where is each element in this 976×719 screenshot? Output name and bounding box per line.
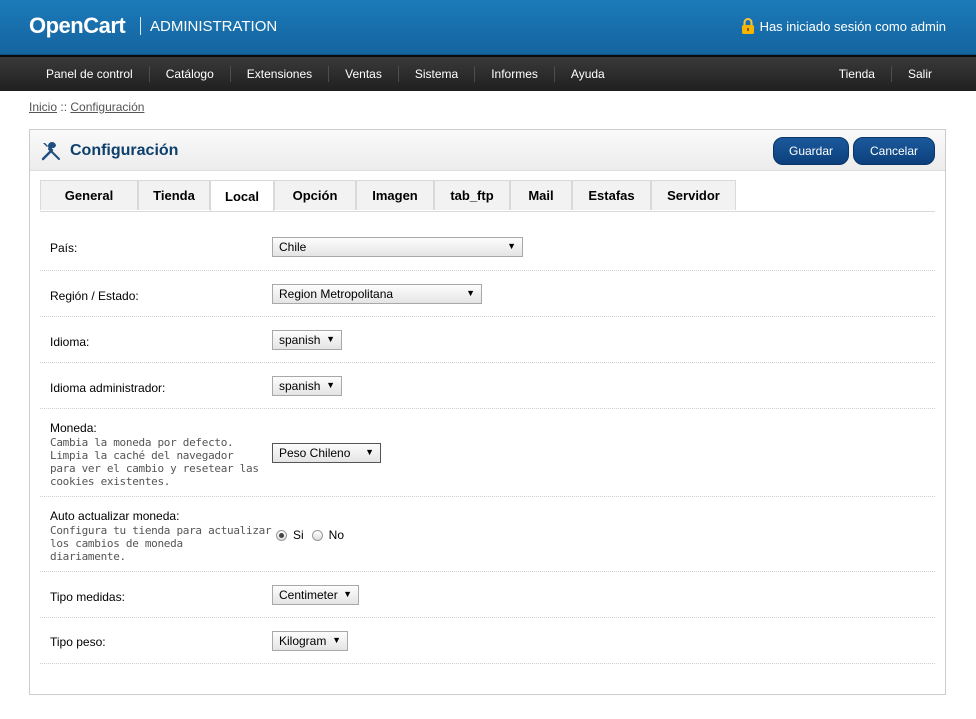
country-value: Chile [279, 240, 307, 254]
dropdown-arrow-icon: ▼ [343, 589, 352, 599]
menu-item-store[interactable]: Tienda [823, 66, 892, 82]
main-menu: Panel de control Catálogo Extensiones Ve… [0, 55, 976, 91]
auto-currency-yes-radio[interactable] [276, 529, 287, 541]
dropdown-arrow-icon: ▼ [507, 241, 516, 251]
admin-language-select[interactable]: spanish ▼ [272, 376, 342, 396]
settings-panel: Configuración Guardar Cancelar General T… [29, 129, 946, 695]
auto-currency-no-radio[interactable] [311, 529, 323, 541]
language-label: Idioma: [50, 335, 90, 349]
breadcrumb: Inicio :: Configuración [29, 100, 144, 114]
currency-value: Peso Chileno [279, 446, 351, 460]
tab-image[interactable]: Imagen [356, 180, 434, 210]
menu-item-catalog[interactable]: Catálogo [150, 66, 231, 82]
country-label: País: [50, 241, 78, 255]
currency-help-3: para ver el cambio y resetear las [50, 462, 259, 475]
currency-select[interactable]: Peso Chileno ▼ [272, 443, 381, 463]
menu-item-help[interactable]: Ayuda [555, 66, 621, 82]
currency-help-2: Limpia la caché del navegador [50, 449, 234, 462]
tab-mail[interactable]: Mail [510, 180, 572, 210]
region-value: Region Metropolitana [279, 287, 394, 301]
currency-label-block: Moneda: Cambia la moneda por defecto. Li… [50, 421, 259, 488]
tab-server[interactable]: Servidor [651, 180, 736, 210]
admin-language-value: spanish [279, 379, 321, 393]
form-row-auto-currency: Auto actualizar moneda: Configura tu tie… [40, 497, 935, 572]
auto-currency-help-3: diariamente. [50, 550, 126, 563]
logo-divider [140, 17, 141, 35]
dropdown-arrow-icon: ▼ [326, 380, 335, 390]
lock-icon [741, 18, 754, 34]
region-label: Región / Estado: [50, 289, 139, 303]
form-row-country: País: Chile ▼ [40, 222, 935, 271]
settings-tabs: General Tienda Local Opción Imagen tab_f… [40, 180, 935, 212]
dropdown-arrow-icon: ▼ [466, 288, 475, 298]
auto-currency-help-2: los cambios de moneda [50, 537, 183, 550]
auto-currency-help-1: Configura tu tienda para actualizar [50, 524, 272, 537]
menu-item-system[interactable]: Sistema [399, 66, 476, 82]
breadcrumb-home[interactable]: Inicio [29, 100, 57, 114]
dropdown-arrow-icon: ▼ [365, 447, 374, 457]
top-header: OpenCart ADMINISTRATION Has iniciado ses… [0, 0, 976, 55]
dropdown-arrow-icon: ▼ [326, 334, 335, 344]
form-row-admin-language: Idioma administrador: spanish ▼ [40, 363, 935, 409]
auto-currency-label-block: Auto actualizar moneda: Configura tu tie… [50, 509, 272, 563]
save-button[interactable]: Guardar [773, 137, 849, 165]
menu-item-reports[interactable]: Informes [475, 66, 555, 82]
form-row-region: Región / Estado: Region Metropolitana ▼ [40, 271, 935, 317]
menu-right: Tienda Salir [823, 57, 948, 91]
dropdown-arrow-icon: ▼ [332, 635, 341, 645]
tab-local[interactable]: Local [210, 180, 274, 211]
form-row-currency: Moneda: Cambia la moneda por defecto. Li… [40, 409, 935, 497]
language-value: spanish [279, 333, 321, 347]
menu-item-extensions[interactable]: Extensiones [231, 66, 330, 82]
length-class-value: Centimeter [279, 588, 338, 602]
login-text: Has iniciado sesión como admin [759, 18, 946, 34]
tab-general[interactable]: General [40, 180, 138, 210]
login-status: Has iniciado sesión como admin [741, 18, 946, 34]
currency-label: Moneda: [50, 421, 97, 435]
cancel-button[interactable]: Cancelar [853, 137, 935, 165]
country-select[interactable]: Chile ▼ [272, 237, 523, 257]
weight-class-label: Tipo peso: [50, 635, 106, 649]
form-row-length-class: Tipo medidas: Centimeter ▼ [40, 572, 935, 618]
menu-item-logout[interactable]: Salir [892, 66, 948, 82]
length-class-select[interactable]: Centimeter ▼ [272, 585, 359, 605]
language-select[interactable]: spanish ▼ [272, 330, 342, 350]
auto-currency-no-label[interactable]: No [329, 528, 344, 542]
auto-currency-label: Auto actualizar moneda: [50, 509, 180, 523]
menu-item-dashboard[interactable]: Panel de control [30, 66, 150, 82]
settings-tools-icon [41, 142, 60, 161]
form-row-weight-class: Tipo peso: Kilogram ▼ [40, 618, 935, 664]
auto-currency-yes-label[interactable]: Si [293, 528, 304, 542]
auto-currency-radio-group: Si No [276, 528, 344, 542]
length-class-label: Tipo medidas: [50, 590, 125, 604]
radio-checked-dot [279, 532, 284, 538]
tab-ftp[interactable]: tab_ftp [434, 180, 510, 210]
currency-help-1: Cambia la moneda por defecto. [50, 436, 234, 449]
breadcrumb-current[interactable]: Configuración [70, 100, 144, 114]
tab-fraud[interactable]: Estafas [572, 180, 651, 210]
app-subtitle: ADMINISTRATION [150, 18, 278, 35]
app-logo[interactable]: OpenCart [29, 13, 126, 39]
weight-class-value: Kilogram [279, 634, 327, 648]
menu-item-sales[interactable]: Ventas [329, 66, 399, 82]
currency-help-4: cookies existentes. [50, 475, 171, 488]
panel-header: Configuración Guardar Cancelar [30, 130, 945, 171]
admin-language-label: Idioma administrador: [50, 381, 166, 395]
breadcrumb-separator: :: [60, 100, 68, 114]
form-row-language: Idioma: spanish ▼ [40, 317, 935, 363]
region-select[interactable]: Region Metropolitana ▼ [272, 284, 482, 304]
tab-store[interactable]: Tienda [138, 180, 210, 210]
tab-option[interactable]: Opción [274, 180, 356, 210]
menu-left: Panel de control Catálogo Extensiones Ve… [30, 57, 621, 91]
weight-class-select[interactable]: Kilogram ▼ [272, 631, 348, 651]
page-title: Configuración [70, 142, 179, 159]
